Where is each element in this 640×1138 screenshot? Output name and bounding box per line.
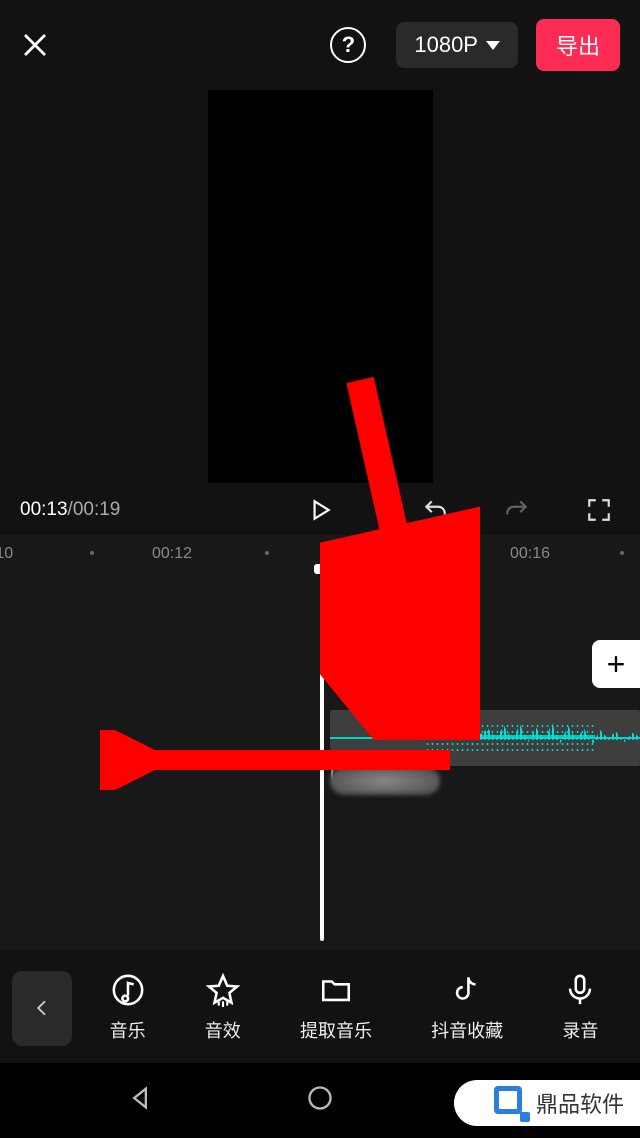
tool-label: 音效: [205, 1017, 241, 1043]
tool-music[interactable]: 音乐: [110, 973, 146, 1043]
chevron-down-icon: [486, 41, 500, 50]
annotation-arrow-left: [100, 730, 460, 790]
ruler-dot: [90, 551, 94, 555]
star-icon: [206, 973, 240, 1007]
tool-label: 音乐: [110, 1017, 146, 1043]
tool-extract-music[interactable]: 提取音乐: [300, 973, 372, 1043]
ruler-tick: 00:16: [510, 545, 550, 563]
tool-label: 抖音收藏: [431, 1017, 503, 1043]
watermark-text: 鼎品软件: [536, 1087, 624, 1119]
redo-button[interactable]: [502, 495, 532, 525]
resolution-selector[interactable]: 1080P: [396, 22, 518, 68]
annotation-arrow-down: [320, 370, 480, 740]
watermark: 鼎品软件: [454, 1080, 640, 1126]
ruler-dot: [620, 551, 624, 555]
tool-sound-effect[interactable]: 音效: [205, 973, 241, 1043]
export-button[interactable]: 导出: [536, 19, 620, 71]
close-button[interactable]: [20, 30, 50, 60]
help-button[interactable]: ?: [330, 27, 366, 63]
microphone-icon: [563, 973, 597, 1007]
nav-back-icon[interactable]: [126, 1084, 154, 1117]
fullscreen-button[interactable]: [584, 495, 614, 525]
ruler-dot: [265, 551, 269, 555]
nav-home-icon[interactable]: [306, 1084, 334, 1117]
watermark-logo-icon: [494, 1086, 528, 1120]
resolution-label: 1080P: [414, 32, 478, 58]
tool-record[interactable]: 录音: [562, 973, 598, 1043]
add-clip-button[interactable]: +: [592, 640, 640, 688]
tiktok-icon: [450, 973, 484, 1007]
tool-label: 提取音乐: [300, 1017, 372, 1043]
timecode: 00:13/00:19: [20, 499, 120, 521]
ruler-tick: 0:10: [0, 545, 13, 563]
tool-label: 录音: [562, 1017, 598, 1043]
bottom-toolbar: 音乐 音效 提取音乐 抖音收藏 录音: [0, 953, 640, 1063]
tool-douyin-favorites[interactable]: 抖音收藏: [431, 973, 503, 1043]
back-button[interactable]: [12, 971, 72, 1046]
music-note-icon: [111, 973, 145, 1007]
ruler-tick: 00:12: [152, 545, 192, 563]
folder-icon: [319, 973, 353, 1007]
